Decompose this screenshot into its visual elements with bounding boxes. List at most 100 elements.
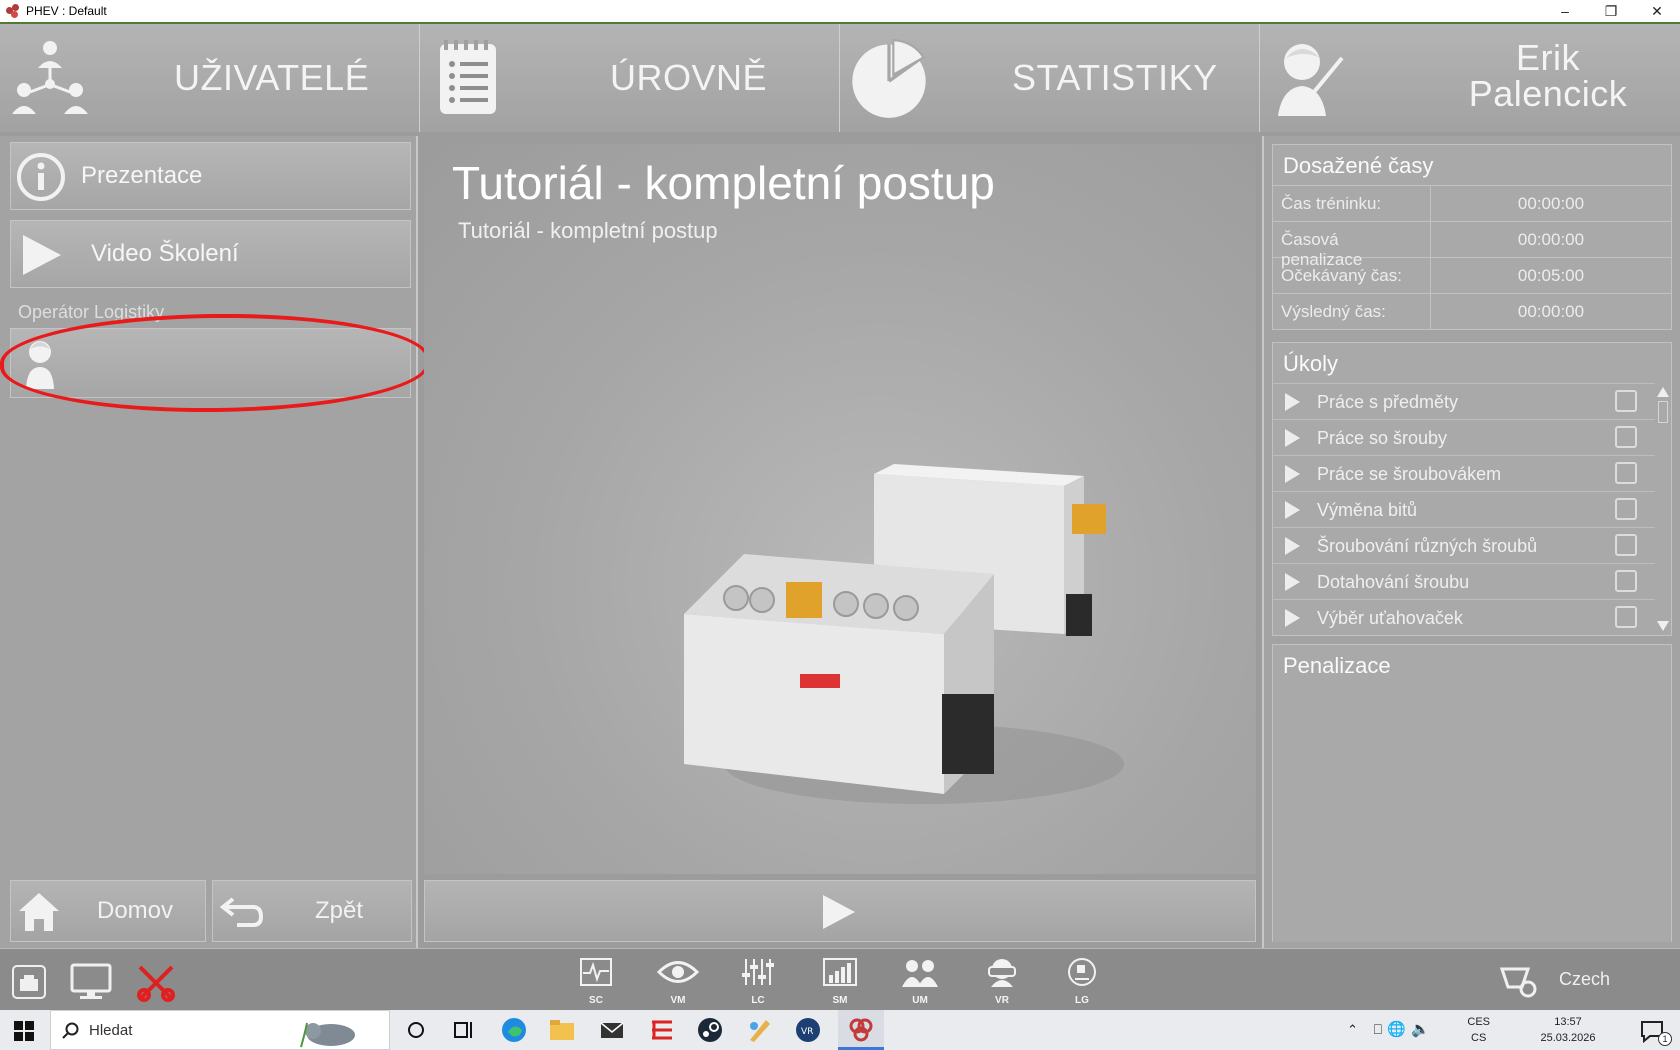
tool-label: VR — [995, 995, 1009, 1006]
lang-top: CES — [1467, 1016, 1490, 1028]
vr-settings-icon[interactable] — [1498, 963, 1538, 999]
tool-sc-button[interactable]: SC — [572, 957, 620, 1007]
task-checkbox[interactable] — [1615, 390, 1637, 412]
presentation-button[interactable]: Prezentace — [10, 142, 411, 210]
task-label: Práce s předměty — [1317, 392, 1459, 412]
tasks-box: Úkoly Práce s předměty Práce so šrouby P… — [1272, 342, 1672, 636]
model-viewport[interactable]: Tutoriál - kompletní postup Tutoriál - k… — [424, 144, 1256, 874]
tool-um-button[interactable]: UM — [896, 957, 944, 1007]
task-checkbox[interactable] — [1615, 570, 1637, 592]
active-app-taskbar-button[interactable] — [838, 1010, 884, 1050]
search-placeholder: Hledat — [89, 1021, 133, 1039]
tool-vr-button[interactable]: VR — [978, 957, 1026, 1007]
nav-users[interactable]: UŽIVATELÉ — [0, 24, 420, 132]
lesson-subtitle: Tutoriál - kompletní postup — [458, 218, 718, 243]
file-explorer-icon[interactable] — [548, 1016, 576, 1044]
restore-button[interactable]: ❐ — [1588, 0, 1634, 22]
task-label: Šroubování různých šroubů — [1317, 536, 1538, 556]
expand-arrow-icon[interactable] — [1285, 573, 1300, 591]
nav-user-profile[interactable]: Erik Palencick — [1260, 24, 1680, 132]
red-app-icon[interactable] — [648, 1016, 676, 1044]
minimize-button[interactable]: – — [1542, 0, 1588, 22]
task-item[interactable]: Práce so šrouby — [1273, 419, 1655, 455]
task-item[interactable]: Práce se šroubovákem — [1273, 455, 1655, 491]
keyboard-layout-indicator[interactable]: CES CS — [1467, 1014, 1490, 1046]
home-button[interactable]: Domov — [10, 880, 206, 942]
network-globe-icon[interactable]: 🌐 — [1387, 1020, 1406, 1038]
expand-arrow-icon[interactable] — [1285, 609, 1300, 627]
nav-levels-label: ÚROVNĚ — [610, 57, 768, 98]
sliders-icon — [742, 959, 774, 985]
nav-statistics[interactable]: STATISTIKY — [840, 24, 1260, 132]
checklist-icon — [440, 40, 496, 114]
video-training-button[interactable]: Video Školení — [10, 220, 411, 288]
task-item[interactable]: Dotahování šroubu — [1273, 563, 1655, 599]
vr-headset-icon — [988, 959, 1016, 987]
time-value: 00:00:00 — [1517, 302, 1585, 321]
task-view-icon[interactable] — [450, 1016, 478, 1044]
start-play-button[interactable] — [424, 880, 1256, 942]
task-item[interactable]: Šroubování různých šroubů — [1273, 527, 1655, 563]
task-label: Práce se šroubovákem — [1317, 464, 1502, 484]
clock[interactable]: 13:57 25.03.2026 — [1526, 1014, 1610, 1046]
taskbar-search-input[interactable]: Hledat — [50, 1010, 390, 1050]
tool-label: UM — [912, 995, 928, 1006]
users-network-icon — [12, 41, 88, 114]
task-checkbox[interactable] — [1615, 498, 1637, 520]
teacher-icon — [1278, 44, 1344, 116]
task-checkbox[interactable] — [1615, 426, 1637, 448]
search-icon — [62, 1022, 79, 1039]
task-item[interactable]: Výměna bitů — [1273, 491, 1655, 527]
close-window-button[interactable]: ✕ — [1634, 0, 1680, 22]
back-button[interactable]: Zpět — [212, 880, 412, 942]
nav-levels[interactable]: ÚROVNĚ — [420, 24, 840, 132]
task-checkbox[interactable] — [1615, 534, 1637, 556]
tool-lg-button[interactable]: LG — [1058, 957, 1106, 1007]
scroll-down-icon[interactable] — [1657, 621, 1669, 631]
cortana-icon[interactable] — [402, 1016, 430, 1044]
volume-icon[interactable]: 🔈 — [1411, 1020, 1430, 1038]
back-label: Zpět — [315, 897, 364, 924]
lang-bottom: CS — [1471, 1032, 1487, 1044]
expand-arrow-icon[interactable] — [1285, 465, 1300, 483]
phev-app-icon — [849, 1018, 873, 1042]
time-value: 00:05:00 — [1517, 266, 1585, 285]
time-row: Očekávaný čas: 00:05:00 — [1273, 257, 1671, 293]
edge-browser-icon[interactable] — [500, 1016, 528, 1044]
tray-expand-icon[interactable]: ⌃ — [1347, 1022, 1358, 1038]
play-icon — [823, 895, 855, 929]
expand-arrow-icon[interactable] — [1285, 537, 1300, 555]
nav-users-label: UŽIVATELÉ — [174, 57, 370, 98]
network-port-icon[interactable] — [12, 965, 46, 999]
presentation-label: Prezentace — [81, 162, 203, 189]
tray-device-icon[interactable]: ⎕ — [1374, 1021, 1382, 1038]
task-item[interactable]: Výběr uťahovaček — [1273, 599, 1655, 635]
expand-arrow-icon[interactable] — [1285, 501, 1300, 519]
tasks-scrollbar[interactable] — [1655, 383, 1671, 635]
scroll-up-icon[interactable] — [1657, 387, 1669, 397]
tool-lc-button[interactable]: LC — [734, 957, 782, 1007]
task-checkbox[interactable] — [1615, 606, 1637, 628]
notification-count-badge: 1 — [1658, 1032, 1672, 1046]
tool-vm-button[interactable]: VM — [654, 957, 702, 1007]
pie-chart-icon — [852, 39, 926, 118]
disconnected-device-icon[interactable] — [134, 961, 178, 1003]
tool-sm-button[interactable]: SM — [816, 957, 864, 1007]
tool-label: LC — [751, 995, 765, 1006]
time-label: Výsledný čas: — [1273, 294, 1431, 329]
task-checkbox[interactable] — [1615, 462, 1637, 484]
clock-date: 25.03.2026 — [1540, 1032, 1596, 1044]
expand-arrow-icon[interactable] — [1285, 393, 1300, 411]
task-item[interactable]: Práce s předměty — [1273, 383, 1655, 419]
expand-arrow-icon[interactable] — [1285, 429, 1300, 447]
mail-icon[interactable] — [598, 1016, 626, 1044]
steam-icon[interactable] — [696, 1016, 724, 1044]
back-arrow-icon — [219, 897, 264, 927]
vr-app-icon[interactable]: VR — [794, 1016, 822, 1044]
scroll-thumb[interactable] — [1658, 401, 1668, 423]
monitor-icon[interactable] — [70, 963, 112, 1001]
tasks-header: Úkoly — [1283, 351, 1339, 376]
language-selector[interactable]: Czech — [1559, 969, 1610, 990]
windows-start-icon[interactable] — [14, 1021, 34, 1041]
paint-app-icon[interactable] — [746, 1016, 774, 1044]
